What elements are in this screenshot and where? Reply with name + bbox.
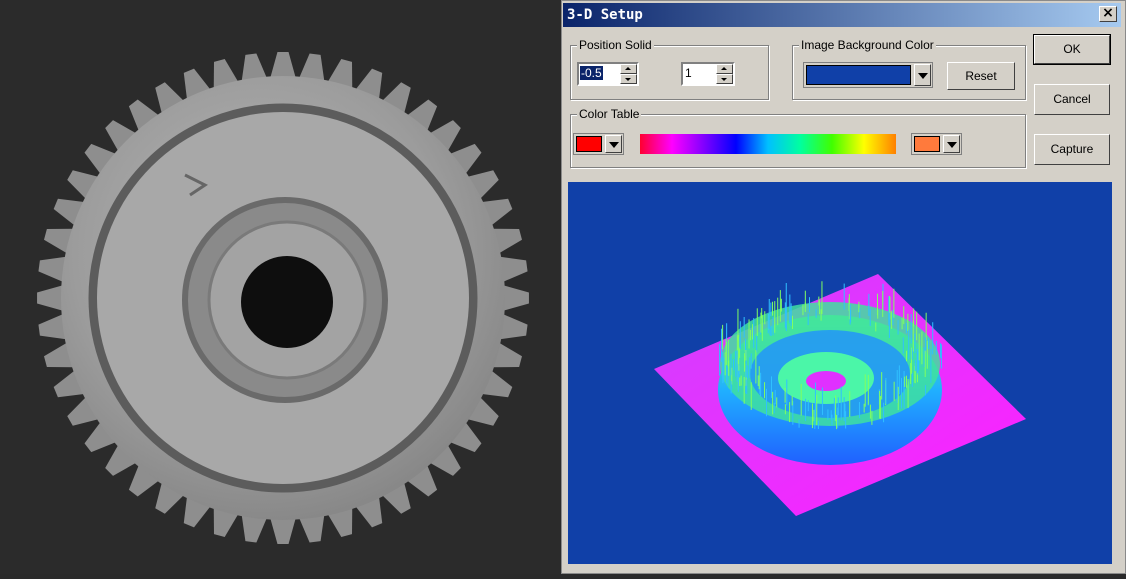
position-solid-label: Position Solid (577, 38, 654, 52)
spin-up-button[interactable] (620, 64, 637, 74)
position-solid-spinner-1[interactable]: -0.5 (577, 62, 639, 86)
chevron-down-icon (947, 142, 957, 148)
low-color-dropdown-button[interactable] (605, 135, 622, 153)
background-color-swatch (806, 65, 911, 85)
chevron-down-icon (918, 73, 928, 79)
arrow-down-icon (721, 78, 727, 81)
position-value-1[interactable]: -0.5 (580, 66, 603, 80)
high-color-dropdown-button[interactable] (943, 135, 960, 153)
3d-setup-dialog: 3-D Setup × Position Solid -0.5 1 Image … (561, 0, 1126, 574)
high-color-swatch (914, 136, 940, 152)
background-color-picker[interactable] (803, 62, 933, 88)
3d-surface-plot (654, 274, 1026, 516)
background-color-dropdown-button[interactable] (914, 64, 931, 86)
dialog-title: 3-D Setup (567, 7, 643, 23)
source-image-pane (0, 0, 561, 574)
spin-down-button[interactable] (716, 74, 733, 84)
background-color-label: Image Background Color (799, 38, 936, 52)
color-table-label: Color Table (577, 107, 642, 121)
arrow-up-icon (625, 67, 631, 70)
low-color-picker[interactable] (573, 133, 624, 155)
arrow-up-icon (721, 67, 727, 70)
position-solid-spinner-2[interactable]: 1 (681, 62, 735, 86)
arrow-down-icon (625, 78, 631, 81)
high-color-picker[interactable] (911, 133, 962, 155)
close-button[interactable]: × (1099, 6, 1117, 22)
chevron-down-icon (609, 142, 619, 148)
reset-button[interactable]: Reset (947, 62, 1015, 90)
ok-button[interactable]: OK (1033, 34, 1111, 65)
background-color-group: Image Background Color Reset (792, 38, 1026, 100)
color-table-gradient (640, 134, 896, 154)
spin-up-button[interactable] (716, 64, 733, 74)
position-value-2[interactable]: 1 (684, 66, 693, 80)
gear-image (37, 52, 529, 544)
position-solid-group: Position Solid -0.5 1 (570, 38, 769, 100)
3d-preview-canvas[interactable] (568, 182, 1112, 564)
low-color-swatch (576, 136, 602, 152)
title-bar[interactable]: 3-D Setup × (563, 3, 1121, 27)
capture-button[interactable]: Capture (1034, 134, 1110, 165)
spin-down-button[interactable] (620, 74, 637, 84)
cancel-button[interactable]: Cancel (1034, 84, 1110, 115)
